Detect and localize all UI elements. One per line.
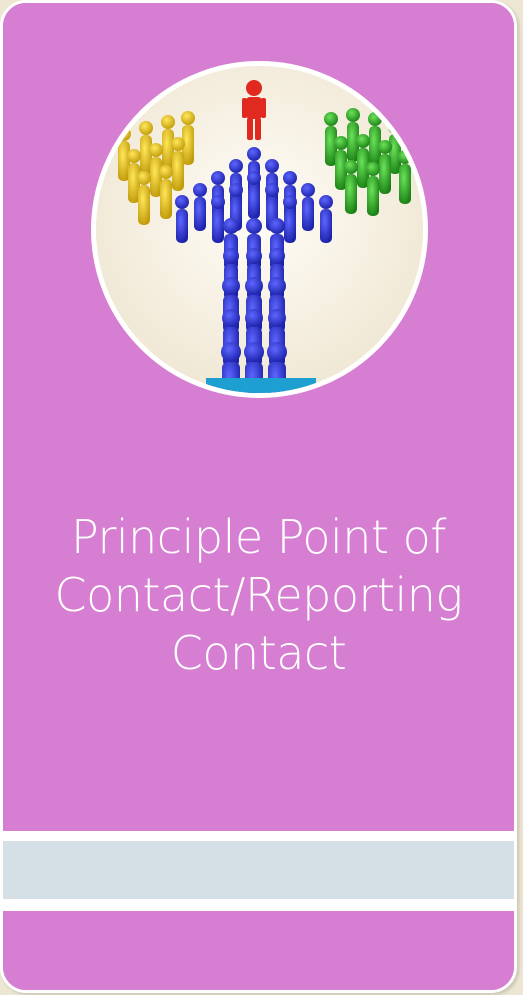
contact-card: Principle Point of Contact/Reporting Con… <box>0 0 517 993</box>
team-arrow-leader-image <box>91 61 428 398</box>
card-title-line-3: Contact <box>170 626 347 680</box>
card-title-line-1: Principle Point of <box>71 510 446 564</box>
card-title-line-2: Contact/Reporting <box>54 568 464 622</box>
divider-band-fill <box>3 841 514 899</box>
card-bottom-panel <box>3 911 514 990</box>
card-top-panel: Principle Point of Contact/Reporting Con… <box>3 3 514 831</box>
divider-band <box>3 831 514 911</box>
card-title: Principle Point of Contact/Reporting Con… <box>13 508 504 682</box>
